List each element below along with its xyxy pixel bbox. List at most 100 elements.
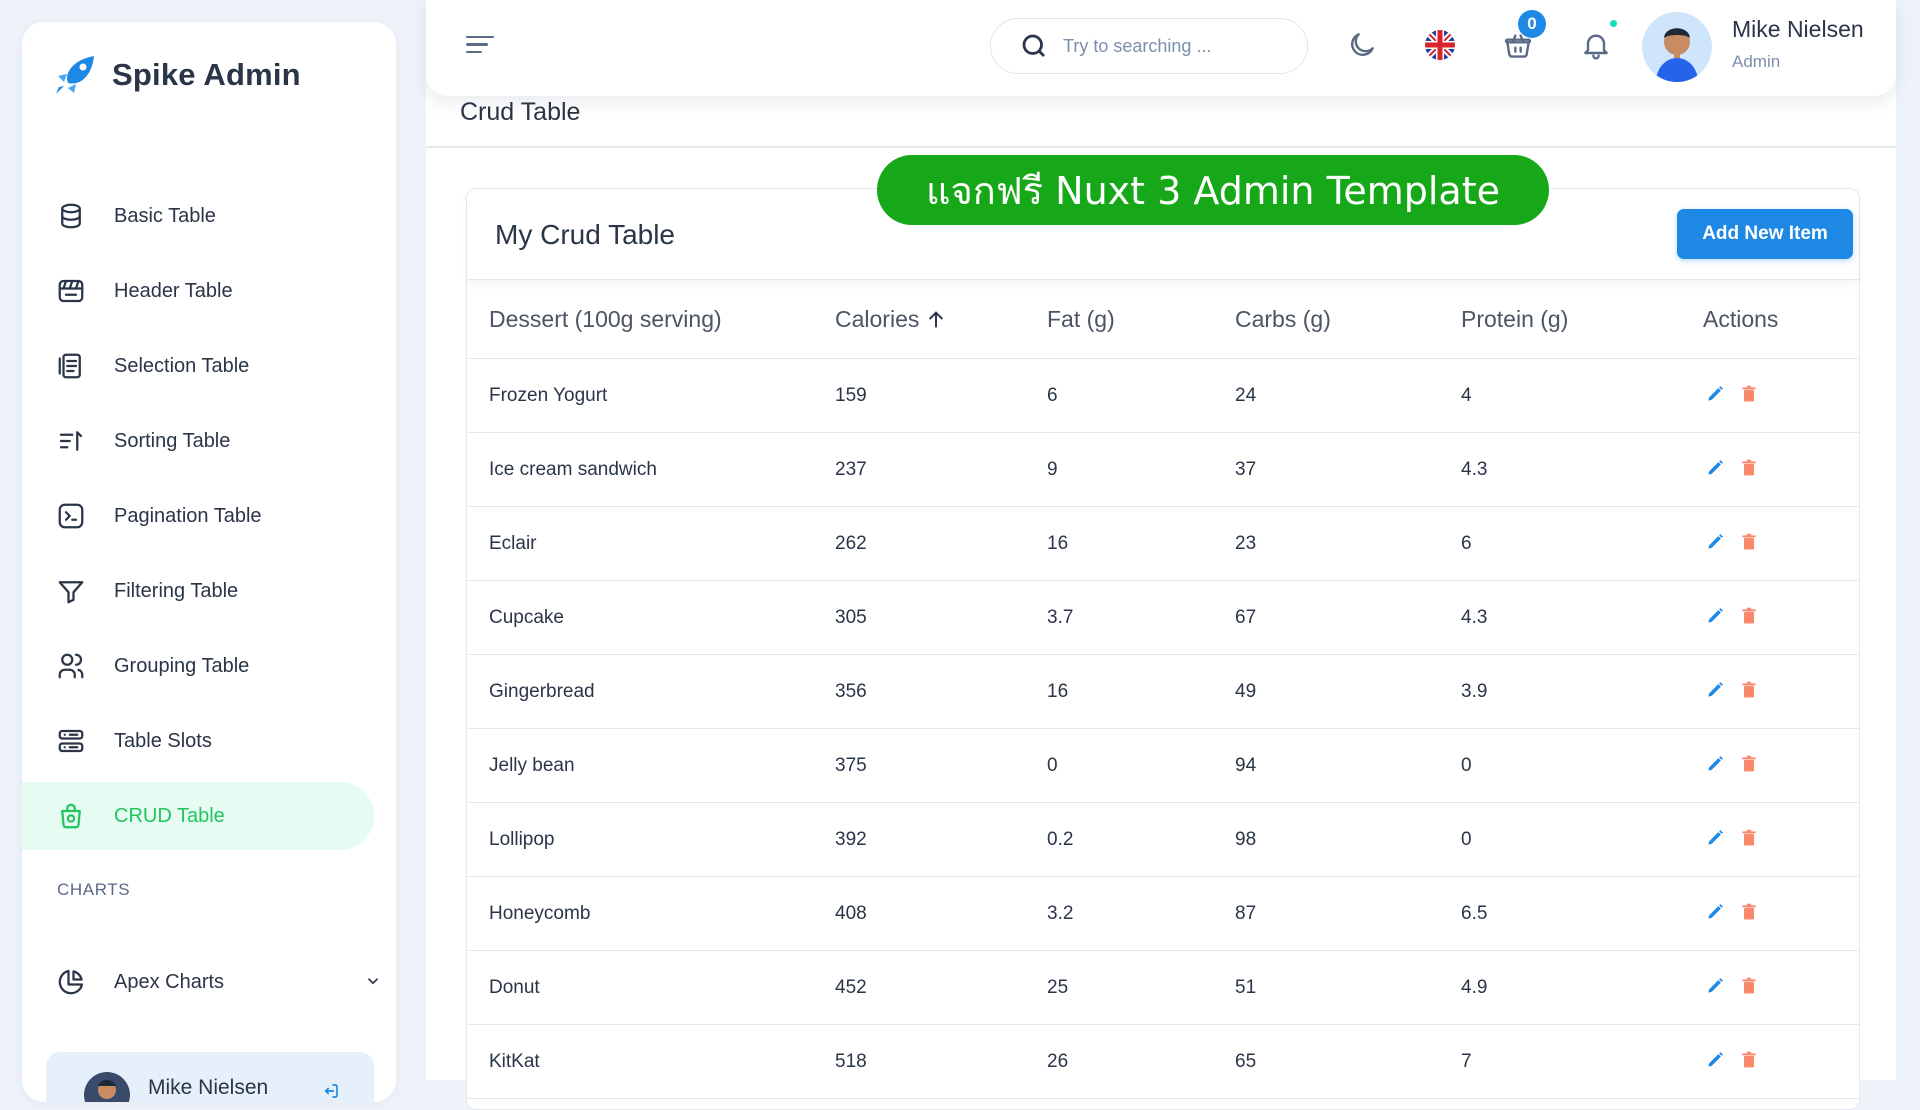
sidebar-nav: Basic Table Header Table Selection Table… [22, 182, 396, 857]
cell-fat: 16 [1046, 654, 1234, 729]
cell-carbs: 37 [1234, 432, 1460, 507]
sidebar-item-header-table[interactable]: Header Table [22, 257, 374, 325]
sidebar-item-apex-charts[interactable]: Apex Charts [22, 948, 396, 1016]
column-header-fat[interactable]: Fat (g) [1046, 280, 1234, 359]
table-row: Gingerbread 356 16 49 3.9 [467, 654, 1859, 729]
column-header-dessert[interactable]: Dessert (100g serving) [467, 280, 834, 359]
search-input[interactable] [1061, 34, 1285, 58]
sidebar-item-label: Apex Charts [114, 970, 225, 993]
table-row: Lollipop 392 0.2 98 0 [467, 802, 1859, 877]
sidebar-item-sorting-table[interactable]: Sorting Table [22, 407, 374, 475]
edit-pencil-icon[interactable] [1703, 752, 1727, 776]
cell-protein: 6.5 [1460, 876, 1702, 951]
cell-calories: 452 [834, 950, 1046, 1025]
delete-trash-icon[interactable] [1737, 530, 1761, 554]
cell-carbs: 23 [1234, 506, 1460, 581]
sidebar-item-label: Pagination Table [114, 504, 262, 527]
delete-trash-icon[interactable] [1737, 456, 1761, 480]
cell-dessert: Lollipop [467, 802, 834, 877]
cell-protein: 3.9 [1460, 654, 1702, 729]
cell-dessert: Frozen Yogurt [467, 358, 834, 433]
delete-trash-icon[interactable] [1737, 678, 1761, 702]
sidebar-item-label: Sorting Table [114, 429, 231, 452]
sidebar-item-grouping-table[interactable]: Grouping Table [22, 632, 374, 700]
table-row: Honeycomb 408 3.2 87 6.5 [467, 876, 1859, 951]
edit-pencil-icon[interactable] [1703, 900, 1727, 924]
logout-icon[interactable] [322, 1082, 340, 1100]
rocket-logo-icon [56, 56, 94, 94]
terminal-icon [54, 499, 88, 533]
sidebar-item-label: Table Slots [114, 729, 212, 752]
sidebar-item-label: Grouping Table [114, 654, 250, 677]
menu-toggle-icon[interactable] [466, 36, 494, 58]
cell-dessert: KitKat [467, 1024, 834, 1099]
cell-calories: 159 [834, 358, 1046, 433]
cell-dessert: Ice cream sandwich [467, 432, 834, 507]
cell-fat: 3.2 [1046, 876, 1234, 951]
edit-pencil-icon[interactable] [1703, 456, 1727, 480]
delete-trash-icon[interactable] [1737, 604, 1761, 628]
sort-ascending-icon[interactable] [925, 309, 947, 331]
cell-calories: 408 [834, 876, 1046, 951]
column-header-actions: Actions [1702, 280, 1859, 359]
cell-fat: 16 [1046, 506, 1234, 581]
sidebar-item-table-slots[interactable]: Table Slots [22, 707, 374, 775]
page-title: Crud Table [460, 98, 581, 126]
cell-fat: 9 [1046, 432, 1234, 507]
sidebar-item-crud-table[interactable]: CRUD Table [22, 782, 374, 850]
column-header-label: Carbs (g) [1235, 305, 1331, 332]
delete-trash-icon[interactable] [1737, 900, 1761, 924]
cell-protein: 7 [1460, 1024, 1702, 1099]
column-header-protein[interactable]: Protein (g) [1460, 280, 1702, 359]
edit-pencil-icon[interactable] [1703, 1048, 1727, 1072]
cell-actions [1702, 728, 1859, 803]
cell-fat: 6 [1046, 358, 1234, 433]
cell-dessert: Jelly bean [467, 728, 834, 803]
search-icon [1022, 34, 1045, 57]
delete-trash-icon[interactable] [1737, 826, 1761, 850]
cell-calories: 375 [834, 728, 1046, 803]
sidebar-item-selection-table[interactable]: Selection Table [22, 332, 374, 400]
selection-table-icon [54, 349, 88, 383]
table-row: Jelly bean 375 0 94 0 [467, 728, 1859, 803]
edit-pencil-icon[interactable] [1703, 604, 1727, 628]
cell-calories: 356 [834, 654, 1046, 729]
delete-trash-icon[interactable] [1737, 1048, 1761, 1072]
delete-trash-icon[interactable] [1737, 382, 1761, 406]
cell-dessert: Donut [467, 950, 834, 1025]
sidebar-item-basic-table[interactable]: Basic Table [22, 182, 374, 250]
edit-pencil-icon[interactable] [1703, 530, 1727, 554]
sidebar-profile-card: Mike Nielsen [46, 1052, 374, 1102]
column-header-calories[interactable]: Calories [834, 280, 1046, 359]
column-header-carbs[interactable]: Carbs (g) [1234, 280, 1460, 359]
cell-dessert: Cupcake [467, 580, 834, 655]
delete-trash-icon[interactable] [1737, 752, 1761, 776]
delete-trash-icon[interactable] [1737, 974, 1761, 998]
add-new-item-button[interactable]: Add New Item [1677, 209, 1853, 259]
sidebar: Spike Admin Basic Table Header Table Sel… [22, 22, 396, 1102]
cell-carbs: 67 [1234, 580, 1460, 655]
uk-flag-icon[interactable] [1422, 27, 1458, 63]
search-box[interactable] [990, 18, 1308, 74]
cell-protein: 4 [1460, 358, 1702, 433]
edit-pencil-icon[interactable] [1703, 826, 1727, 850]
chevron-down-icon[interactable] [364, 972, 382, 990]
user-name: Mike Nielsen [1732, 16, 1864, 42]
user-role: Admin [1732, 52, 1781, 71]
avatar[interactable] [1642, 12, 1712, 82]
sidebar-item-pagination-table[interactable]: Pagination Table [22, 482, 374, 550]
theme-toggle-moon-icon[interactable] [1344, 27, 1380, 63]
edit-pencil-icon[interactable] [1703, 382, 1727, 406]
brand-logo[interactable]: Spike Admin [50, 50, 301, 100]
brand-name: Spike Admin [112, 57, 301, 92]
edit-pencil-icon[interactable] [1703, 974, 1727, 998]
bell-icon[interactable] [1578, 27, 1614, 63]
notification-dot [1610, 20, 1617, 27]
cell-fat: 25 [1046, 950, 1234, 1025]
column-header-label: Actions [1703, 305, 1779, 332]
edit-pencil-icon[interactable] [1703, 678, 1727, 702]
sidebar-item-label: Filtering Table [114, 579, 239, 602]
cell-calories: 237 [834, 432, 1046, 507]
sidebar-item-filtering-table[interactable]: Filtering Table [22, 557, 374, 625]
table-row: Eclair 262 16 23 6 [467, 506, 1859, 581]
